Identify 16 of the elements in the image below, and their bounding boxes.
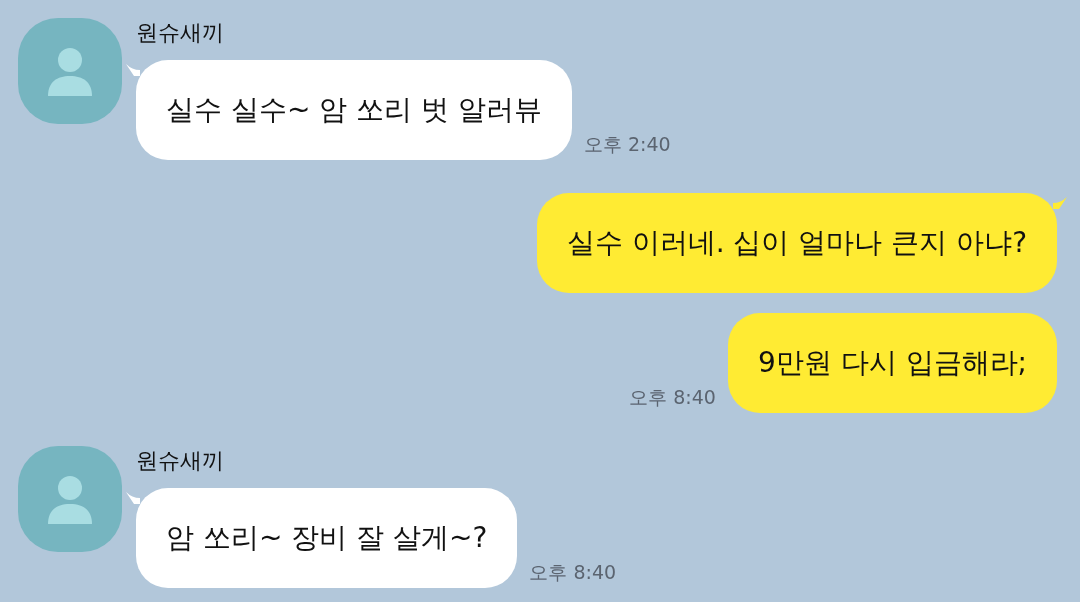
- message-time: 오후 2:40: [583, 132, 671, 157]
- avatar[interactable]: [18, 18, 122, 124]
- person-icon: [45, 474, 95, 524]
- message-bubble: 암 쏘리~ 장비 잘 살게~?: [136, 488, 518, 588]
- bubble-tail: [126, 64, 140, 76]
- bubble-tail: [126, 492, 140, 504]
- avatar[interactable]: [18, 446, 122, 552]
- message-bubble: 9만원 다시 입금해라;: [727, 313, 1057, 413]
- message-bubble: 실수 이러네. 십이 얼마나 큰지 아냐?: [536, 193, 1057, 293]
- person-icon: [45, 46, 95, 96]
- sender-name: 원슈새끼: [136, 447, 225, 475]
- message-time: 오후 8:40: [529, 560, 617, 585]
- bubble-tail: [1053, 197, 1067, 209]
- message-time: 오후 8:40: [629, 385, 716, 410]
- sender-name: 원슈새끼: [136, 19, 225, 47]
- message-bubble: 실수 실수~ 암 쏘리 벗 알러뷰: [136, 60, 572, 160]
